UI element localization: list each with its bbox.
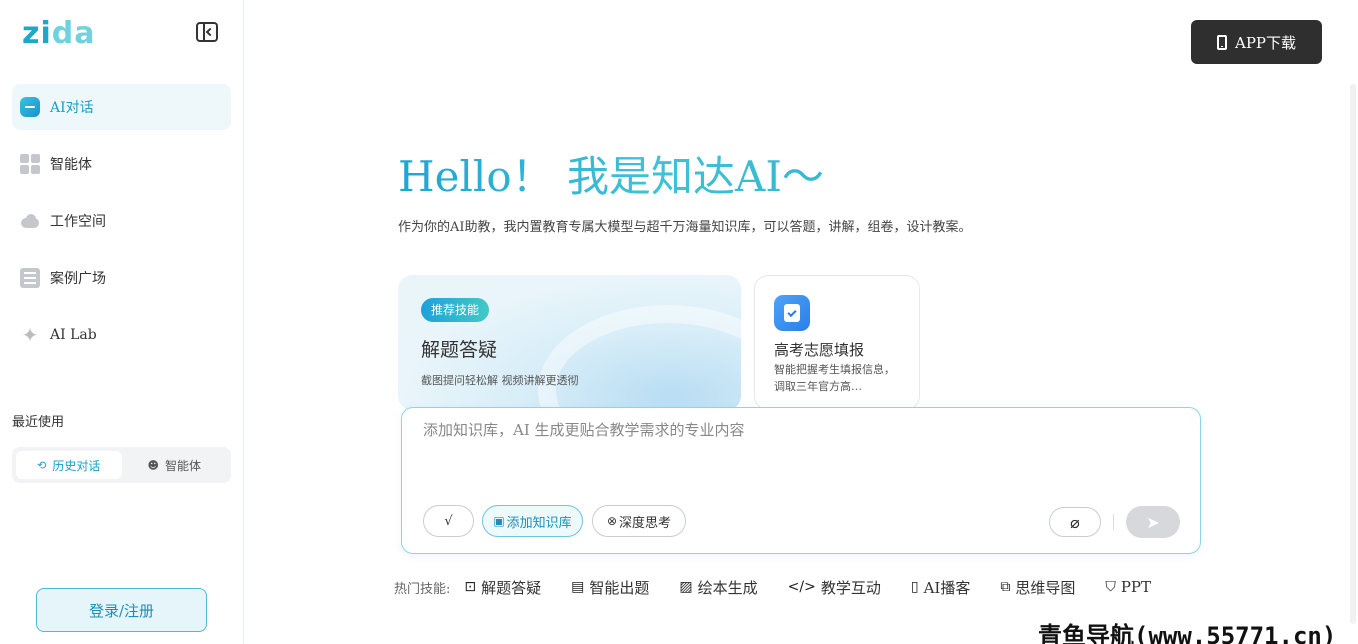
kb-label: 添加知识库: [506, 515, 572, 531]
card-title: 解题答疑: [421, 339, 498, 361]
featured-skill-card[interactable]: 推荐技能 解题答疑 截图提问轻松解 视频讲解更透彻: [398, 275, 741, 410]
hot-skill-ppt[interactable]: ⛉ PPT: [1105, 578, 1151, 596]
login-register-button[interactable]: 登录/注册: [36, 588, 207, 632]
sidebar-item-workspace[interactable]: 工作空间: [12, 198, 231, 244]
history-icon: ⟲: [37, 458, 47, 472]
sidebar-item-ai-chat[interactable]: AI对话: [12, 84, 231, 130]
logo-text-part-1: zi: [22, 16, 52, 51]
zida-logo[interactable]: zida: [22, 18, 95, 50]
recent-tabs: ⟲ 历史对话 ☻ 智能体: [12, 447, 231, 483]
send-icon[interactable]: ➤: [1126, 506, 1180, 538]
picture-icon: ▨: [679, 579, 693, 595]
sidebar-collapse-icon[interactable]: [196, 22, 218, 42]
card-description: 截图提问轻松解 视频讲解更透彻: [421, 374, 579, 387]
tab-label: 历史对话: [52, 458, 101, 473]
tab-agents[interactable]: ☻ 智能体: [122, 451, 228, 479]
scrollbar[interactable]: [1350, 84, 1356, 624]
sidebar-item-agents[interactable]: 智能体: [12, 141, 231, 187]
divider: [1113, 514, 1114, 530]
microphone-icon: ▯: [910, 579, 919, 595]
deep-thinking-button[interactable]: ⊗ 深度思考: [592, 505, 686, 537]
recent-title: 最近使用: [12, 415, 65, 430]
recommended-badge: 推荐技能: [421, 298, 490, 322]
hot-skill-questions[interactable]: ▤ 智能出题: [571, 577, 649, 598]
greeting-title: Hello！ 我是知达AI～: [398, 150, 824, 204]
attach-icon[interactable]: ⌀: [1049, 507, 1101, 537]
watermark: 青鱼导航(www.55771.cn): [1038, 622, 1337, 644]
hot-skill-label: 智能出题: [589, 578, 650, 597]
sidebar-item-label: AI对话: [50, 100, 94, 116]
deep-think-icon: ⊗: [606, 514, 618, 528]
phone-icon: [1216, 34, 1227, 50]
hot-skill-label: 思维导图: [1015, 578, 1076, 597]
app-download-button[interactable]: APP下载: [1191, 20, 1322, 64]
hot-skill-label: PPT: [1120, 578, 1152, 596]
hot-skill-podcast[interactable]: ▯ AI播客: [911, 577, 970, 598]
robot-icon: ☻: [147, 458, 159, 472]
hot-skills-bar: 热门技能: ⊡ 解题答疑 ▤ 智能出题 ▨ 绘本生成 </> 教学互动 ▯ AI播客 ⧉ 思…: [394, 577, 1181, 597]
chat-input-placeholder[interactable]: 添加知识库，AI 生成更贴合教学需求的专业内容: [423, 419, 745, 440]
hot-skill-interactive[interactable]: </> 教学互动: [788, 577, 881, 598]
sidebar-item-label: AI Lab: [50, 327, 97, 343]
tab-history[interactable]: ⟲ 历史对话: [16, 451, 122, 479]
hot-skill-label: 解题答疑: [481, 578, 542, 597]
card-decoration: [538, 305, 741, 410]
card-description: 智能把握考生填报信息，调取三年官方高…: [774, 363, 895, 393]
image-question-icon: ⊡: [464, 579, 477, 595]
document-icon: ▤: [571, 579, 585, 595]
greeting-subtitle: 作为你的AI助教，我内置教育专属大模型与超千万海量知识库，可以答题，讲解，组卷，…: [398, 220, 972, 235]
logo-text-part-2: da: [51, 16, 96, 51]
hot-skill-label: 教学互动: [820, 578, 881, 597]
hot-skill-mindmap[interactable]: ⧉ 思维导图: [1000, 577, 1075, 598]
hot-skill-label: 绘本生成: [697, 578, 758, 597]
sparkle-icon: ✦: [21, 323, 39, 347]
sidebar-item-ai-lab[interactable]: ✦ AI Lab: [12, 312, 231, 358]
app-download-label: APP下载: [1234, 33, 1297, 52]
checklist-icon: [774, 295, 810, 331]
hot-skill-picture-book[interactable]: ▨ 绘本生成: [679, 577, 757, 598]
sidebar-item-label: 案例广场: [50, 271, 106, 287]
chat-icon: [20, 97, 40, 117]
presentation-icon: ⛉: [1105, 579, 1116, 595]
list-icon: [20, 268, 40, 288]
tab-label: 智能体: [164, 458, 201, 473]
deep-label: 深度思考: [619, 515, 672, 531]
college-application-card[interactable]: 高考志愿填报 智能把握考生填报信息，调取三年官方高…: [754, 275, 920, 410]
sidebar: zida AI对话 智能体 工作空间 案例广场 ✦ AI Lab 最近使用 ⟲ …: [0, 0, 244, 644]
cloud-icon: [20, 211, 40, 231]
chat-input-box[interactable]: 添加知识库，AI 生成更贴合教学需求的专业内容 √ ▣ 添加知识库 ⊗ 深度思考…: [401, 407, 1201, 554]
book-icon: ▣: [493, 514, 505, 528]
hot-skill-label: AI播客: [923, 578, 971, 597]
formula-button[interactable]: √: [423, 505, 474, 537]
hot-skills-label: 热门技能:: [394, 581, 451, 597]
hot-skill-solve[interactable]: ⊡ 解题答疑: [464, 577, 541, 598]
grid-icon: [20, 154, 40, 174]
code-icon: </>: [787, 579, 816, 595]
add-knowledge-base-button[interactable]: ▣ 添加知识库: [482, 505, 583, 537]
formula-label: √: [444, 513, 453, 529]
sidebar-item-label: 工作空间: [50, 214, 106, 230]
card-title: 高考志愿填报: [774, 341, 865, 359]
sidebar-item-label: 智能体: [50, 157, 92, 173]
mindmap-icon: ⧉: [1000, 579, 1011, 595]
sidebar-item-case-square[interactable]: 案例广场: [12, 255, 231, 301]
